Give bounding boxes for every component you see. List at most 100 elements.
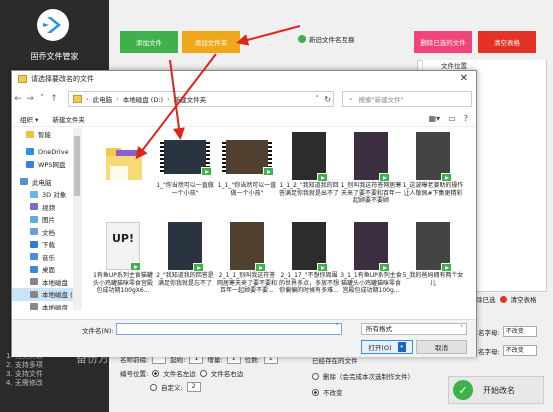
nav-item[interactable]: 图片 bbox=[12, 213, 81, 226]
checkmark-icon: ✓ bbox=[453, 380, 473, 400]
clear-icon bbox=[499, 295, 507, 303]
chevron-down-icon[interactable]: ˅ bbox=[316, 95, 320, 103]
nav-item-label: 音乐 bbox=[42, 253, 55, 262]
organize-menu[interactable]: 组织 ▾ bbox=[20, 114, 38, 124]
radio-file-right[interactable] bbox=[199, 369, 207, 377]
nav-item-label: 视频 bbox=[42, 203, 55, 212]
nav-item[interactable]: 此电脑 bbox=[12, 176, 81, 189]
refresh-icon[interactable]: ↻ bbox=[324, 95, 331, 104]
radio-file-left[interactable] bbox=[152, 369, 160, 377]
file-item[interactable]: 1_"你当然可以一直做一个小孩" bbox=[154, 132, 216, 197]
video-thumbnail bbox=[222, 140, 274, 176]
chevron-down-icon: ˅ bbox=[460, 325, 463, 332]
radio-nochange[interactable] bbox=[312, 388, 319, 396]
video-thumbnail bbox=[168, 222, 204, 272]
file-item[interactable]: 2_1_17_"不想你周围的世界多点，多放不想你偏偏的时候有多难... bbox=[278, 222, 340, 295]
file-item[interactable]: 3_1_1有鱼UP系列主食猫罐头小鸡罐猫咪零食宫殿包成功期100g... bbox=[340, 222, 402, 295]
start-rename-button[interactable]: ✓ 开始改名 bbox=[448, 376, 544, 404]
chevron-down-icon[interactable]: ˅ bbox=[336, 323, 340, 331]
nav-item[interactable]: OneDrive bbox=[12, 146, 81, 159]
nav-item[interactable]: 本地磁盘 bbox=[12, 276, 81, 289]
recent-dropdown-icon[interactable]: ˅ bbox=[36, 94, 48, 104]
nav-item-icon bbox=[30, 265, 38, 273]
nav-item-icon bbox=[30, 228, 38, 236]
radio-delete[interactable] bbox=[312, 372, 319, 380]
video-thumbnail bbox=[160, 140, 212, 176]
custom-input[interactable]: 2 bbox=[186, 382, 201, 392]
nav-item[interactable]: 本地磁盘 ( bbox=[12, 288, 81, 301]
filename-input[interactable]: ˅ bbox=[116, 323, 342, 335]
nav-item[interactable]: 桌面 bbox=[12, 263, 81, 276]
nav-item-label: 3D 对象 bbox=[42, 191, 67, 200]
folder-icon bbox=[102, 138, 146, 184]
view-options-icon[interactable]: ▦▾ bbox=[429, 114, 441, 123]
add-folder-button[interactable]: 添加文件夹 bbox=[182, 31, 240, 53]
file-item[interactable]: 5_我的爸妈拥有两个女儿 bbox=[402, 222, 464, 287]
file-label: 2_"我知道我的回答是满足你我就是忘不了 bbox=[156, 272, 214, 287]
video-thumbnail: UP! bbox=[106, 222, 141, 271]
nav-item[interactable]: 视频 bbox=[12, 201, 81, 214]
file-grid: 1_"你当然可以一直做一个小孩" 1_1_"你当然可以一直做一个小孩" 1_1_2_… bbox=[92, 130, 472, 320]
file-item[interactable]: 2_"我知道我的回答是满足你我就是忘不了 bbox=[154, 222, 216, 287]
video-thumbnail bbox=[354, 222, 390, 272]
split-dropdown-icon[interactable]: ▾ bbox=[397, 342, 406, 352]
help-icon[interactable]: ? bbox=[464, 114, 468, 123]
nav-item-label: 下载 bbox=[42, 241, 55, 250]
close-icon[interactable]: ✕ bbox=[460, 73, 468, 84]
case-select-2[interactable]: 不改变 bbox=[502, 345, 537, 356]
file-label: 1有鱼UP系列主食猫罐头小鸡罐猫咪零食宫殿包成功期100gX6... bbox=[92, 272, 153, 294]
delete-selected-link[interactable]: 除已选 bbox=[476, 294, 496, 304]
swap-names-button[interactable]: 新旧文件名互换 bbox=[298, 34, 355, 44]
nav-item-icon bbox=[26, 160, 34, 168]
new-folder-button[interactable]: 新建文件夹 bbox=[52, 114, 85, 124]
folder-icon bbox=[73, 95, 82, 103]
add-file-button[interactable]: 添加文件 bbox=[120, 31, 178, 53]
nav-item[interactable]: 文档 bbox=[12, 226, 81, 239]
video-thumbnail bbox=[230, 222, 266, 272]
video-badge-icon bbox=[379, 263, 390, 272]
nav-item[interactable]: 本地磁盘 bbox=[12, 301, 81, 310]
forward-icon[interactable]: → bbox=[24, 94, 36, 104]
file-item[interactable]: 1_1_2_"我知道我的回答满足你我就是出不了 bbox=[278, 132, 340, 197]
preview-pane-icon[interactable]: ▭ bbox=[448, 114, 456, 123]
option-row-2: 名字母: 不改变 bbox=[478, 345, 537, 356]
breadcrumb-drive[interactable]: 本地磁盘 (D:) bbox=[123, 94, 163, 104]
folder-icon bbox=[18, 75, 27, 83]
up-icon[interactable]: ↑ bbox=[48, 94, 60, 104]
nav-item-icon bbox=[30, 215, 38, 223]
file-position-header: 文件位置 bbox=[422, 60, 546, 70]
app-name: 固乔文件管家 bbox=[30, 52, 79, 61]
address-bar[interactable]: › 此电脑 › 本地磁盘 (D:) › 新建文件夹 ˅ ↻ bbox=[68, 91, 334, 107]
clear-table-button[interactable]: 清空表格 bbox=[478, 31, 536, 53]
nav-item[interactable]: 下载 bbox=[12, 238, 81, 251]
nav-scrollbar[interactable] bbox=[73, 128, 81, 310]
case-select-1[interactable]: 不改变 bbox=[502, 326, 537, 337]
video-badge-icon bbox=[201, 167, 212, 176]
radio-custom[interactable] bbox=[150, 383, 157, 391]
nav-item[interactable]: 智能 bbox=[12, 128, 81, 141]
file-item[interactable]: 1_这波曝老婆助的操作让人敬佩#下集更精彩 bbox=[402, 132, 464, 197]
nav-item[interactable]: 音乐 bbox=[12, 251, 81, 264]
file-item[interactable]: 1_1_"你当然可以一直做一个小孩" bbox=[216, 132, 278, 197]
nav-item[interactable]: 3D 对象 bbox=[12, 188, 81, 201]
breadcrumb-pc[interactable]: 此电脑 bbox=[93, 94, 113, 104]
file-item[interactable]: UP! 1有鱼UP系列主食猫罐头小鸡罐猫咪零食宫殿包成功期100gX6... bbox=[92, 222, 154, 295]
clear-table-link[interactable]: 清空表格 bbox=[511, 294, 537, 304]
nav-item-icon bbox=[26, 148, 34, 156]
video-badge-icon bbox=[317, 173, 328, 182]
nav-item-icon bbox=[20, 178, 28, 186]
file-item[interactable]: 1_别叫我这符答网居寒天来了要不要和百年一起顾要不要顾 bbox=[340, 132, 402, 205]
filetype-select[interactable]: 所有格式 ˅ bbox=[361, 323, 467, 335]
nav-item-icon bbox=[30, 253, 38, 261]
dialog-titlebar: 请选择要改名的文件 ✕ bbox=[12, 71, 476, 87]
navigation-pane: 智能 OneDrive WPS网盘 此电脑 3D 对象 视频 图片 文档 下载 音乐 桌面 本地磁盘本… bbox=[12, 128, 82, 310]
cancel-button[interactable]: 取消 bbox=[416, 340, 467, 354]
nav-item[interactable]: WPS网盘 bbox=[12, 158, 81, 171]
back-icon[interactable]: ← bbox=[12, 94, 24, 104]
open-button[interactable]: 打开(O) ▾ bbox=[361, 340, 413, 354]
search-input[interactable]: ⌕ 搜索"新建文件" bbox=[342, 91, 472, 107]
delete-selected-button[interactable]: 删除已选的文件 bbox=[414, 31, 472, 53]
address-row: ← → ˅ ↑ › 此电脑 › 本地磁盘 (D:) › 新建文件夹 ˅ ↻ ⌕ … bbox=[12, 89, 476, 109]
file-item[interactable]: 2_1_1_别叫我这符答网居寒天来了要不要和百年一起顾要不要... bbox=[216, 222, 278, 295]
breadcrumb-folder[interactable]: 新建文件夹 bbox=[174, 94, 207, 104]
